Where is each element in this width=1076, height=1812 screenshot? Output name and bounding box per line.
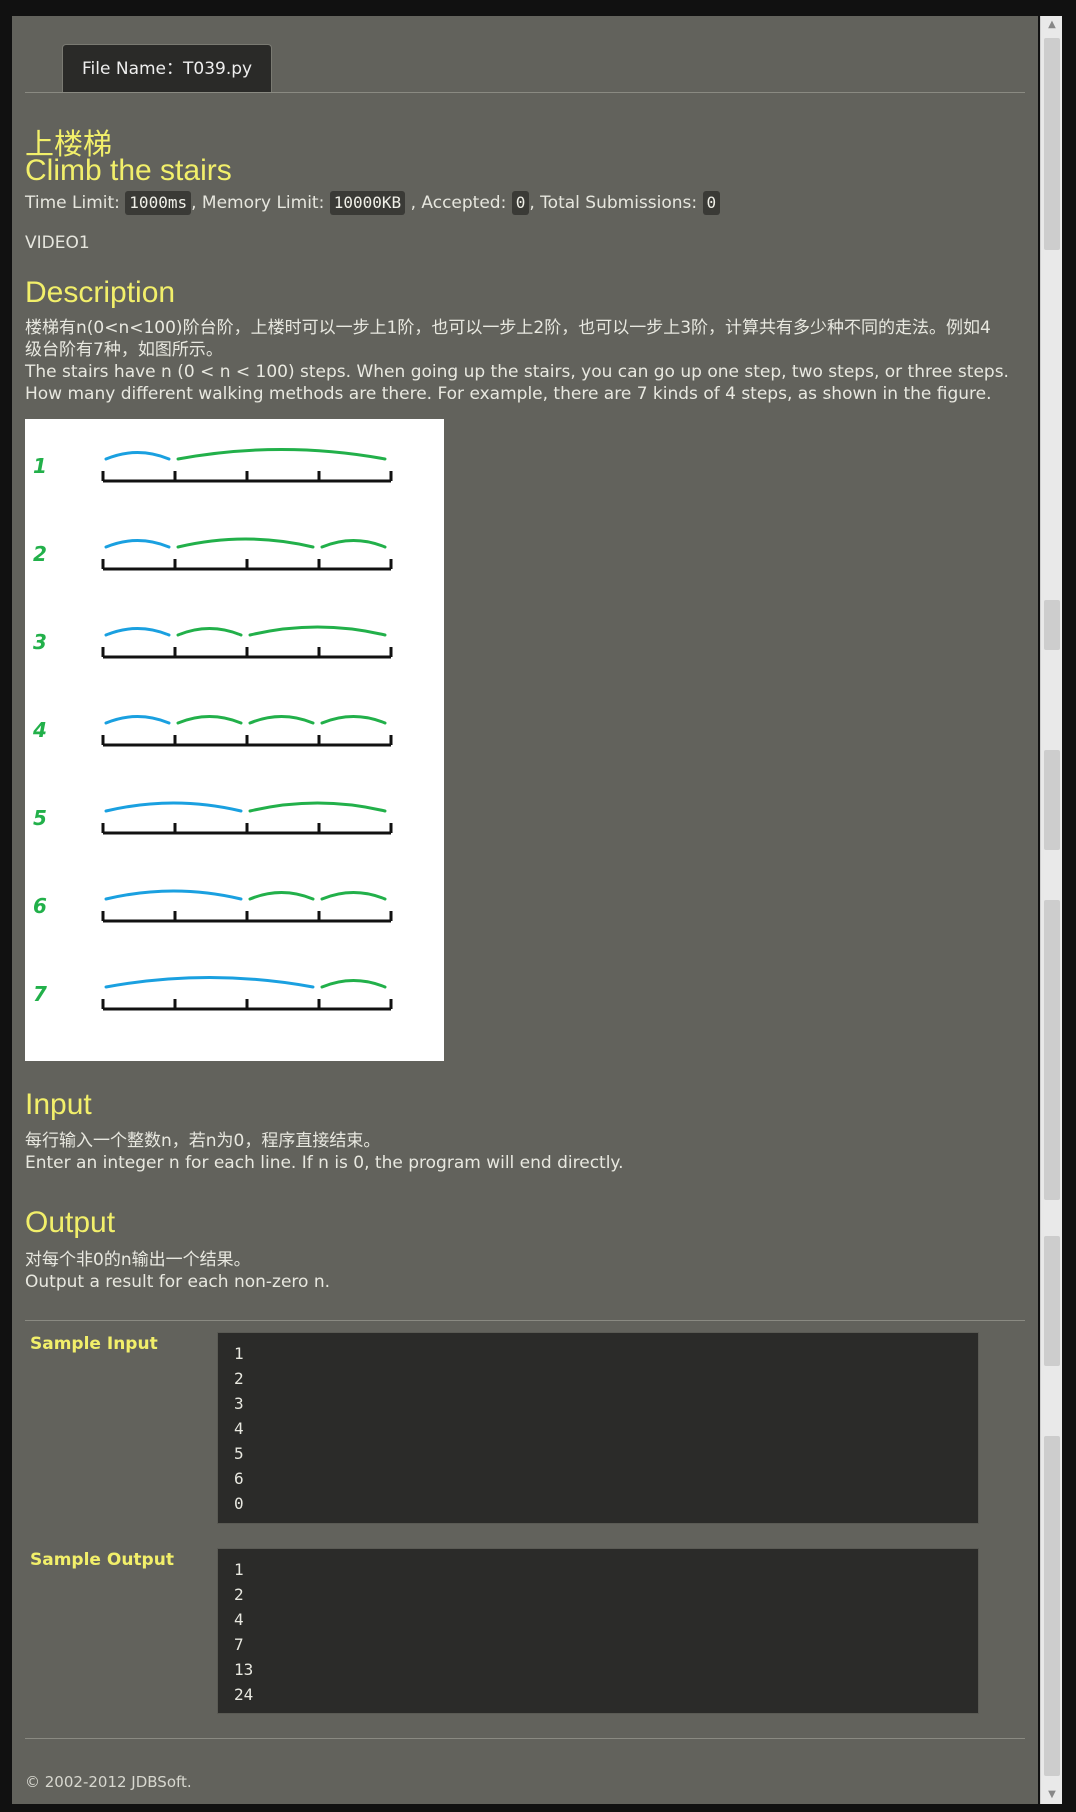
sample-input-line: 0	[234, 1494, 244, 1513]
sample-input-line: 2	[234, 1369, 244, 1388]
sample-output-line: 13	[234, 1660, 254, 1679]
tab-file-name[interactable]: File Name：T039.py	[62, 44, 272, 92]
problem-title-en: Climb the stairs	[25, 154, 232, 187]
jump-arc	[104, 539, 171, 549]
sample-input-line: 6	[234, 1469, 244, 1488]
jump-arc	[248, 715, 315, 725]
time-limit-value: 1000ms	[125, 191, 192, 215]
output-en: Output a result for each non-zero n.	[25, 1272, 331, 1292]
stair-ruler	[101, 911, 393, 923]
tab-bar: File Name：T039.py	[25, 30, 1025, 93]
stair-ruler	[101, 999, 393, 1011]
description-en-line1: The stairs have n (0 < n < 100) steps. W…	[25, 362, 1009, 382]
figure-row-label: 1	[33, 454, 47, 478]
jump-arc	[104, 976, 315, 989]
input-text: 每行输入一个整数n，若n为0，程序直接结束。 Enter an integer …	[25, 1130, 1035, 1174]
stair-ruler	[101, 735, 393, 747]
jump-arc	[176, 715, 243, 725]
time-limit-label: Time Limit:	[25, 193, 120, 213]
sample-input-label: Sample Input	[30, 1334, 158, 1354]
scrollbar-thumb[interactable]	[1044, 38, 1060, 250]
figure-row-label: 2	[33, 542, 47, 566]
description-heading: Description	[25, 276, 176, 309]
description-cn-line2: 级台阶有7种，如图所示。	[25, 340, 223, 360]
limits-line: Time Limit: 1000ms, Memory Limit: 10000K…	[25, 191, 721, 215]
divider	[25, 1738, 1025, 1739]
sample-output-line: 4	[234, 1610, 244, 1629]
accepted-value: 0	[511, 191, 530, 215]
jump-arc	[104, 715, 171, 725]
sample-input-line: 5	[234, 1444, 244, 1463]
stair-ruler	[101, 471, 393, 483]
output-text: 对每个非0的n输出一个结果。 Output a result for each …	[25, 1249, 1035, 1293]
stair-ruler	[101, 647, 393, 659]
sample-output-line: 2	[234, 1585, 244, 1604]
accepted-label: , Accepted:	[410, 193, 507, 213]
jump-arc	[320, 715, 387, 725]
description-en-line2: How many different walking methods are t…	[25, 384, 992, 404]
scrollbar-thumb[interactable]	[1044, 600, 1060, 650]
sample-input-line: 4	[234, 1419, 244, 1438]
jump-arc	[320, 979, 387, 989]
output-heading: Output	[25, 1206, 116, 1239]
jump-arc	[248, 801, 387, 813]
memory-limit-label: , Memory Limit:	[191, 193, 325, 213]
sample-output-line: 24	[234, 1685, 254, 1704]
memory-limit-value: 10000KB	[329, 191, 406, 215]
figure-row-label: 4	[32, 718, 47, 742]
jump-arc	[104, 627, 171, 637]
input-en: Enter an integer n for each line. If n i…	[25, 1153, 624, 1173]
figure-row-label: 7	[33, 982, 47, 1006]
stairs-figure: 1 2 3 4 5 6 7	[25, 419, 444, 1061]
jump-arc	[176, 448, 387, 461]
scroll-down-arrow[interactable]: ▼	[1041, 1786, 1063, 1804]
jump-arc	[320, 891, 387, 901]
figure-row-label: 6	[33, 894, 47, 918]
scrollbar-thumb[interactable]	[1044, 1436, 1060, 1776]
jump-arc	[248, 891, 315, 901]
jump-arc	[104, 889, 243, 901]
input-heading: Input	[25, 1088, 92, 1121]
jump-arc	[248, 625, 387, 637]
jump-arc	[176, 627, 243, 637]
stair-ruler	[101, 823, 393, 835]
jump-arc	[104, 801, 243, 813]
sample-input-box[interactable]: 1 2 3 4 5 6 0	[217, 1332, 979, 1524]
vertical-scrollbar[interactable]: ▲ ▼	[1040, 16, 1062, 1804]
sample-input-line: 3	[234, 1394, 244, 1413]
footer-copyright: © 2002-2012 JDBSoft.	[25, 1773, 192, 1791]
scrollbar-thumb[interactable]	[1044, 1236, 1060, 1366]
total-submissions-label: , Total Submissions:	[529, 193, 698, 213]
jump-arc	[104, 451, 171, 461]
sample-output-box[interactable]: 1 2 4 7 13 24	[217, 1548, 979, 1714]
scroll-up-arrow[interactable]: ▲	[1041, 16, 1063, 34]
jump-arc	[320, 539, 387, 549]
divider	[25, 1320, 1025, 1321]
problem-page: File Name：T039.py 上楼梯 Climb the stairs T…	[12, 16, 1038, 1804]
sample-output-label: Sample Output	[30, 1550, 174, 1570]
jump-arc	[176, 537, 315, 549]
total-submissions-value: 0	[702, 191, 721, 215]
description-cn-line1: 楼梯有n(0<n<100)阶台阶，上楼时可以一步上1阶，也可以一步上2阶，也可以…	[25, 318, 991, 338]
sample-output-line: 1	[234, 1560, 244, 1579]
stair-ruler	[101, 559, 393, 571]
window-frame: File Name：T039.py 上楼梯 Climb the stairs T…	[0, 0, 1076, 1812]
sample-input-line: 1	[234, 1344, 244, 1363]
sample-output-line: 7	[234, 1635, 244, 1654]
figure-row-label: 3	[33, 630, 47, 654]
description-text: 楼梯有n(0<n<100)阶台阶，上楼时可以一步上1阶，也可以一步上2阶，也可以…	[25, 317, 1035, 405]
output-cn: 对每个非0的n输出一个结果。	[25, 1250, 251, 1270]
scrollbar-thumb[interactable]	[1044, 900, 1060, 1200]
video-link[interactable]: VIDEO1	[25, 233, 90, 253]
input-cn: 每行输入一个整数n，若n为0，程序直接结束。	[25, 1131, 381, 1151]
figure-row-label: 5	[33, 806, 47, 830]
scrollbar-thumb[interactable]	[1044, 750, 1060, 850]
